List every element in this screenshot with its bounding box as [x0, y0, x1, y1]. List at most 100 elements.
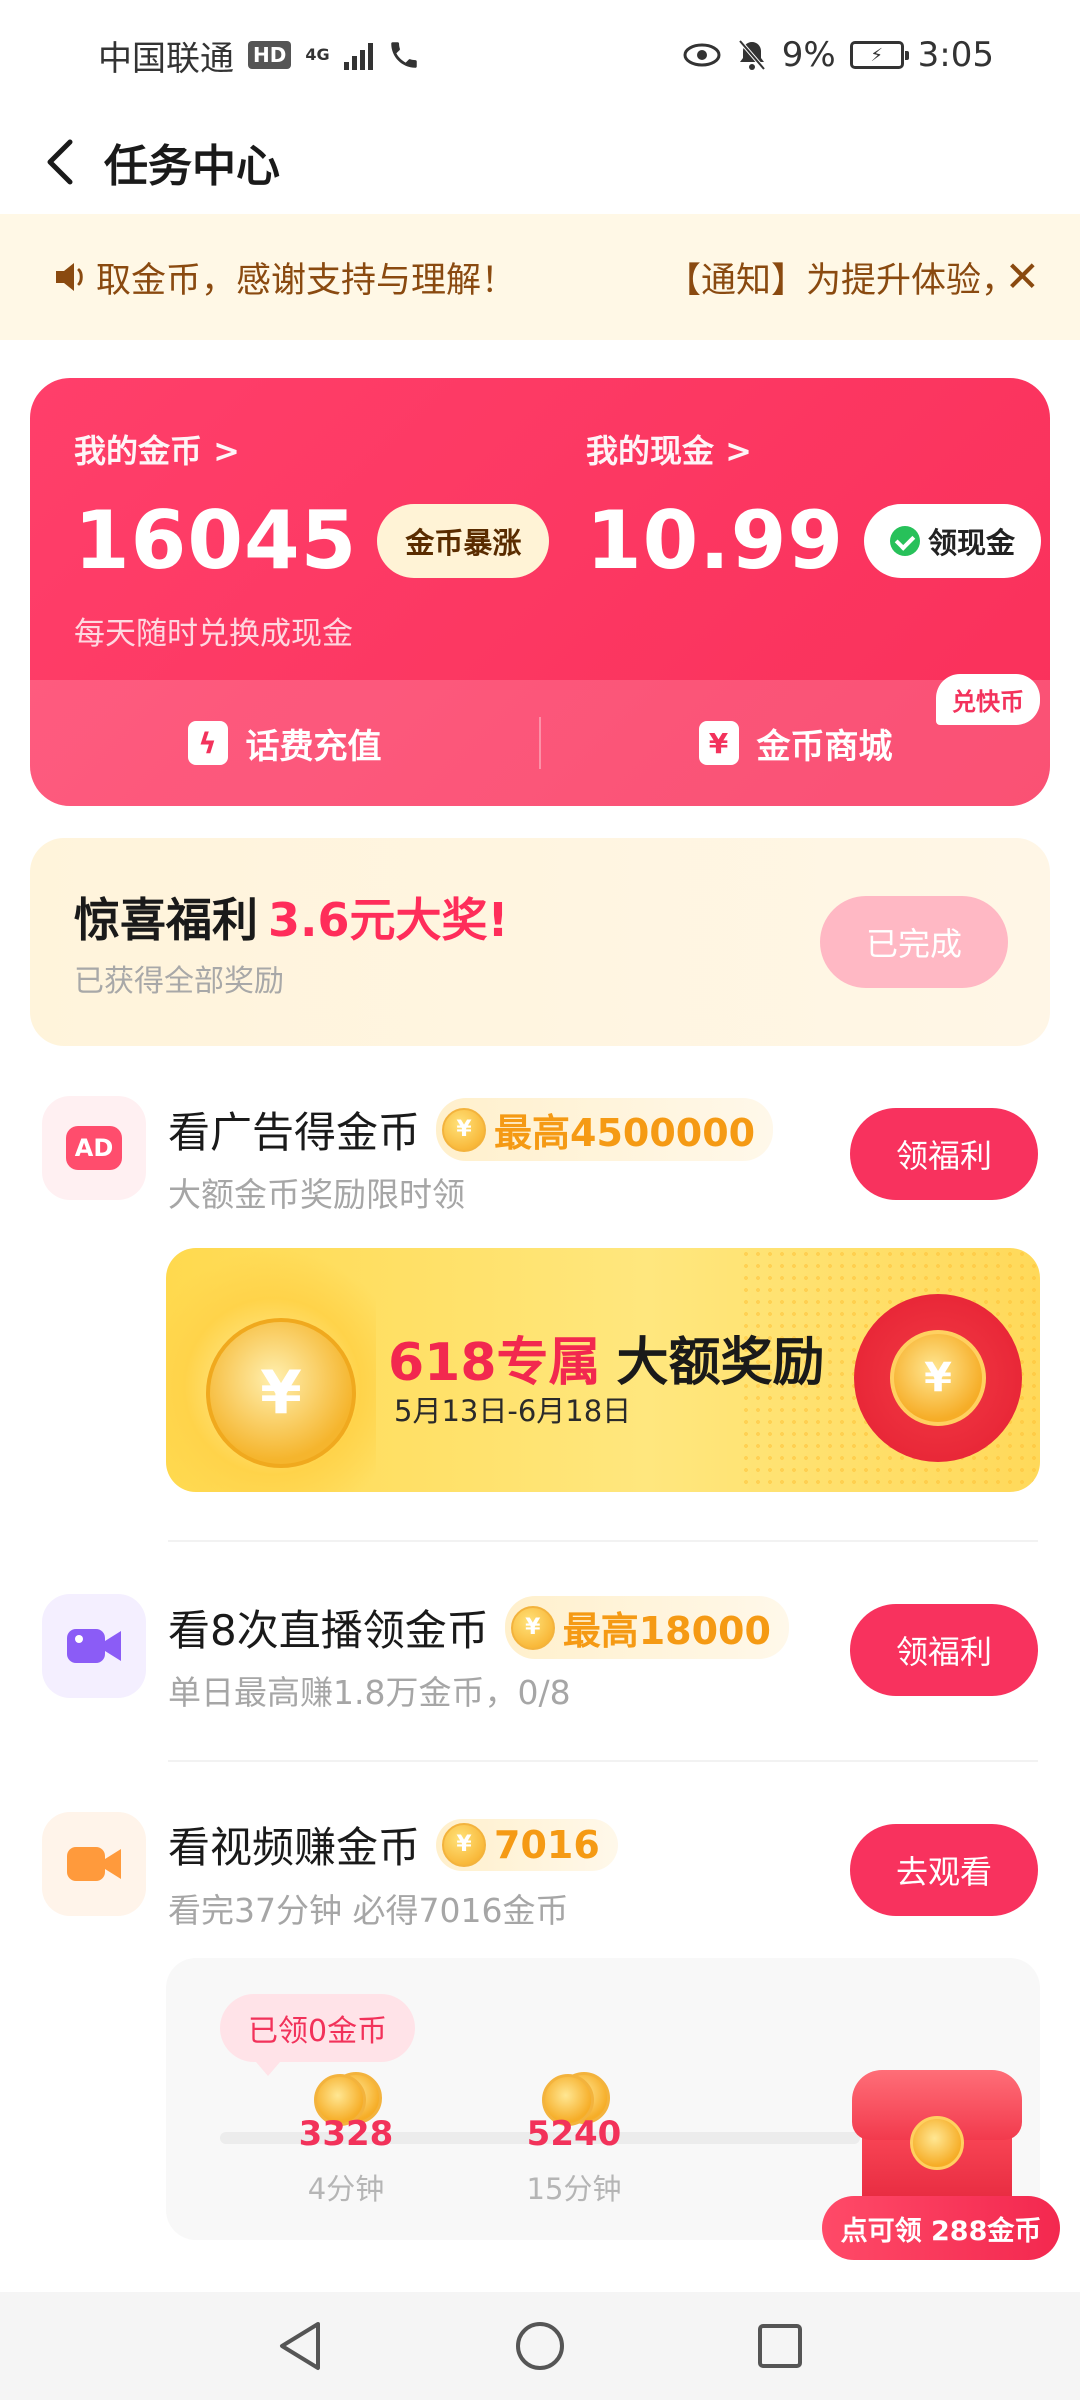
carrier-name: 中国联通	[98, 38, 234, 79]
coin-card-bottom: ϟ 话费充值 ¥ 金币商城 兑快币	[30, 674, 1050, 806]
video-camera-icon	[42, 1594, 146, 1698]
milestone-label: 15分钟	[526, 2172, 622, 2206]
coin-icon: ¥	[206, 1318, 356, 1468]
system-nav-bar	[0, 2292, 1080, 2400]
task-title-row: 看视频赚金币 ¥ 7016	[168, 1814, 618, 1875]
coin-icon: ¥	[890, 1330, 986, 1426]
get-cash-label: 领现金	[928, 525, 1016, 560]
claim-coins-button[interactable]: 点可领 288金币	[822, 2196, 1060, 2260]
reward-pill: ¥ 7016	[436, 1818, 618, 1871]
reward-text: 最高4500000	[494, 1111, 756, 1155]
surprise-title-text: 惊喜福利	[74, 893, 258, 947]
clock: 3:05	[917, 35, 994, 75]
battery-percent: 9%	[781, 35, 836, 75]
banner-title-black: 大额奖励	[616, 1333, 825, 1393]
ad-icon-label: AD	[66, 1126, 122, 1170]
surprise-bonus-card: 惊喜福利 3.6元大奖! 已获得全部奖励 已完成	[30, 838, 1050, 1046]
task-subtitle: 看完37分钟 必得7016金币	[168, 1891, 569, 1930]
received-coins-pill: 已领0金币	[220, 1994, 416, 2076]
go-watch-button[interactable]: 去观看	[850, 1824, 1038, 1916]
surprise-highlight: 3.6元大奖!	[268, 893, 509, 947]
reward-text: 7016	[494, 1822, 600, 1867]
exchange-hint: 每天随时兑换成现金	[74, 616, 353, 652]
eye-icon	[683, 43, 721, 67]
get-cash-button[interactable]: 领现金	[864, 503, 1042, 578]
cash-row: 10.99 领现金	[586, 472, 1042, 587]
promo-banner-618[interactable]: ¥ 618专属 大额奖励 5月13日-6月18日 ¥	[166, 1248, 1040, 1492]
milestone-value: 5240	[526, 2114, 622, 2154]
reward-pill: ¥ 最高4500000	[436, 1098, 774, 1161]
milestone: 3328 4分钟	[276, 2070, 416, 2208]
battery-icon: ⚡	[849, 41, 909, 69]
task-subtitle: 大额金币奖励限时领	[168, 1175, 465, 1214]
milestone-label: 4分钟	[307, 2172, 385, 2206]
coin-icon: ¥	[442, 1107, 487, 1152]
notice-text-b: 【通知】为提升体验，	[666, 260, 995, 301]
status-right: 9% ⚡ 3:05	[682, 35, 994, 75]
bell-mute-icon	[738, 39, 766, 71]
phone-recharge-label: 话费充值	[245, 726, 382, 767]
banner-title-red: 618专属	[388, 1333, 601, 1393]
notice-text-a: 取金币，感谢支持与理解！	[96, 260, 517, 301]
coin-mall-label: 金币商城	[756, 726, 893, 767]
completed-button[interactable]: 已完成	[820, 896, 1008, 988]
surprise-title: 惊喜福利 3.6元大奖!	[74, 884, 508, 950]
task-watch-ads: AD 看广告得金币 ¥ 最高4500000 大额金币奖励限时领 领福利	[0, 1096, 1080, 1246]
lightning-icon: ϟ	[187, 721, 228, 765]
coin-mall-button[interactable]: ¥ 金币商城	[541, 719, 1050, 768]
reward-pill: ¥ 最高18000	[504, 1596, 789, 1659]
divider	[168, 1540, 1038, 1542]
task-title-row: 看8次直播领金币 ¥ 最高18000	[168, 1596, 789, 1659]
claim-benefit-button[interactable]: 领福利	[850, 1108, 1038, 1200]
coin-card-top: 我的金币 > 16045 金币暴涨 我的现金 > 10.99 领现金 每天随时兑…	[30, 378, 1050, 680]
coin-icon: ¥	[442, 1822, 487, 1867]
nav-home-icon[interactable]	[510, 2316, 570, 2376]
close-icon[interactable]: ✕	[1005, 256, 1040, 298]
nav-recents-icon[interactable]	[750, 2316, 810, 2376]
cash-value: 10.99	[586, 494, 845, 587]
banner-title: 618专属 大额奖励	[388, 1320, 825, 1395]
ad-icon: AD	[42, 1096, 146, 1200]
coins-value: 16045	[74, 494, 358, 587]
banner-date: 5月13日-6月18日	[394, 1394, 632, 1428]
claim-benefit-button[interactable]: 领福利	[850, 1604, 1038, 1696]
banner-red-circle: ¥	[854, 1294, 1022, 1462]
yen-ticket-icon: ¥	[698, 721, 739, 765]
surprise-sub: 已获得全部奖励	[74, 964, 284, 999]
milestone-value: 3328	[298, 2114, 394, 2154]
my-cash-label[interactable]: 我的现金 >	[586, 426, 1041, 472]
header: 任务中心	[0, 110, 1080, 214]
milestone: 5240 15分钟	[504, 2070, 644, 2208]
page-title: 任务中心	[104, 141, 280, 192]
check-icon	[890, 525, 921, 556]
task-title: 看8次直播领金币	[168, 1606, 489, 1655]
divider	[168, 1760, 1038, 1762]
phone-recharge-button[interactable]: ϟ 话费充值	[30, 719, 539, 768]
signal-icon	[343, 40, 373, 70]
task-watch-live: 看8次直播领金币 ¥ 最高18000 单日最高赚1.8万金币，0/8 领福利	[0, 1594, 1080, 1744]
status-bar: 中国联通 HD 4G 9% ⚡ 3:05	[0, 0, 1080, 110]
coins-surge-badge[interactable]: 金币暴涨	[377, 503, 550, 578]
task-subtitle: 单日最高赚1.8万金币，0/8	[168, 1673, 571, 1712]
nav-back-icon[interactable]	[270, 2316, 330, 2376]
my-coins-label[interactable]: 我的金币 >	[74, 426, 549, 472]
coin-card: 我的金币 > 16045 金币暴涨 我的现金 > 10.99 领现金 每天随时兑…	[30, 378, 1050, 806]
coins-row: 16045 金币暴涨	[74, 472, 550, 587]
notice-bar: 取金币，感谢支持与理解！ 【通知】为提升体验， ✕	[0, 214, 1080, 340]
status-left: 中国联通 HD 4G	[98, 31, 421, 80]
coin-icon: ¥	[510, 1605, 555, 1650]
exchange-tag: 兑快币	[936, 674, 1040, 725]
call-icon	[390, 42, 417, 68]
task-title-row: 看广告得金币 ¥ 最高4500000	[168, 1098, 774, 1161]
network-type: 4G	[305, 45, 330, 64]
task-watch-video: 看视频赚金币 ¥ 7016 看完37分钟 必得7016金币 去观看	[0, 1812, 1080, 1962]
notice-text: 取金币，感谢支持与理解！ 【通知】为提升体验，	[96, 252, 995, 303]
my-cash[interactable]: 我的现金 > 10.99 领现金	[586, 426, 1042, 587]
hd-badge: HD	[248, 41, 292, 69]
speaker-icon	[56, 263, 83, 291]
back-arrow-icon[interactable]	[34, 132, 84, 192]
video-icon	[42, 1812, 146, 1916]
my-coins[interactable]: 我的金币 > 16045 金币暴涨	[74, 426, 550, 587]
task-title: 看视频赚金币	[168, 1823, 421, 1872]
reward-text: 最高18000	[562, 1609, 771, 1653]
